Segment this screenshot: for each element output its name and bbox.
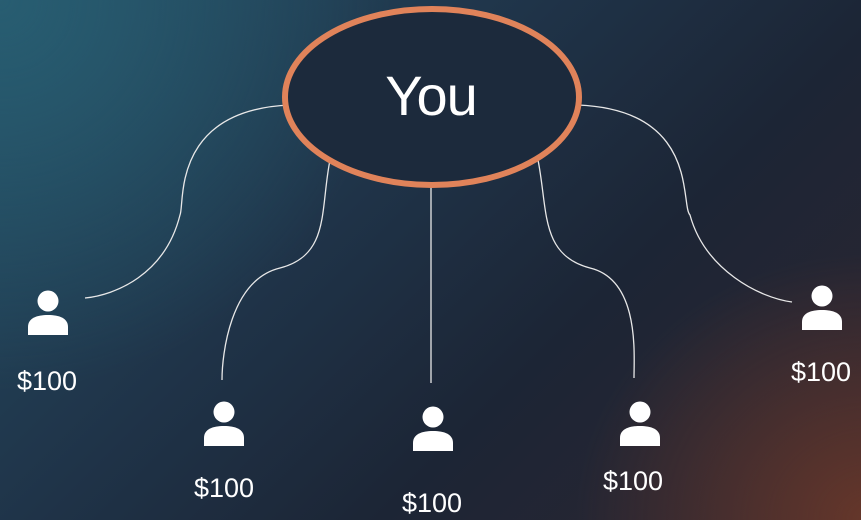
connector-left-far xyxy=(84,104,291,299)
amount-label: $100 xyxy=(16,366,78,396)
person-icon xyxy=(413,406,453,451)
connector-right-far xyxy=(577,104,793,303)
amount-label: $100 xyxy=(401,488,463,518)
person-icon xyxy=(28,290,68,335)
amount-label: $100 xyxy=(790,357,852,387)
connector-left-near xyxy=(221,159,331,381)
person-icon xyxy=(620,401,660,446)
amount-label: $100 xyxy=(193,473,255,503)
connector-right-near xyxy=(537,159,635,379)
amount-label: $100 xyxy=(602,466,664,496)
you-label: You xyxy=(385,64,478,127)
person-icon xyxy=(802,285,842,330)
person-icon xyxy=(204,401,244,446)
